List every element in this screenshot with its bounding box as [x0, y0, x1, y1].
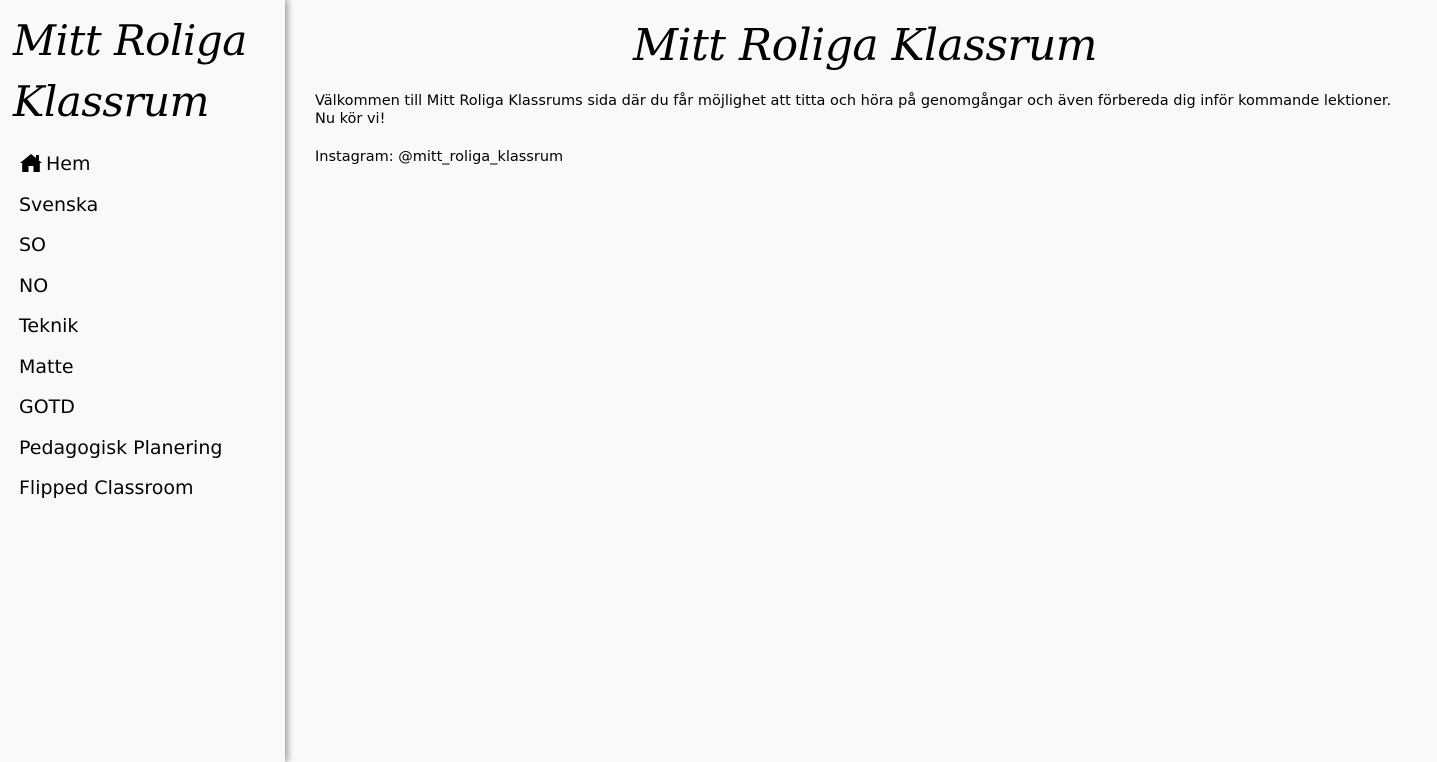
- sidebar-item-label: Teknik: [19, 315, 79, 338]
- sidebar-item-label: Flipped Classroom: [19, 477, 194, 500]
- sidebar-item-label: Svenska: [19, 193, 99, 216]
- welcome-section: Välkommen till Mitt Roliga Klassrums sid…: [315, 92, 1430, 186]
- sidebar-item-label: SO: [19, 234, 47, 257]
- welcome-text: Välkommen till Mitt Roliga Klassrums sid…: [315, 92, 1430, 128]
- sidebar: Mitt Roliga Klassrum Hem Svenska SO NO T…: [0, 0, 285, 762]
- sidebar-nav: Hem Svenska SO NO Teknik Matte GOTD Peda…: [0, 144, 285, 509]
- sidebar-item-flipped-classroom[interactable]: Flipped Classroom: [0, 468, 285, 509]
- welcome-line: Nu kör vi!: [315, 111, 386, 127]
- sidebar-item-label: Pedagogisk Planering: [19, 436, 223, 459]
- sidebar-item-no[interactable]: NO: [0, 266, 285, 307]
- welcome-line: Välkommen till Mitt Roliga Klassrums sid…: [315, 93, 1392, 109]
- sidebar-item-pedagogisk-planering[interactable]: Pedagogisk Planering: [0, 428, 285, 469]
- sidebar-item-hem[interactable]: Hem: [0, 144, 285, 185]
- sidebar-item-gotd[interactable]: GOTD: [0, 387, 285, 428]
- sidebar-item-so[interactable]: SO: [0, 225, 285, 266]
- main-content: Mitt Roliga Klassrum Välkommen till Mitt…: [285, 0, 1437, 762]
- sidebar-item-label: NO: [19, 274, 49, 297]
- sidebar-item-label: GOTD: [19, 396, 75, 419]
- page-title: Mitt Roliga Klassrum: [632, 20, 1098, 71]
- sidebar-item-label: Hem: [46, 153, 91, 176]
- sidebar-item-label: Matte: [19, 355, 74, 378]
- home-icon: [19, 153, 43, 173]
- sidebar-item-matte[interactable]: Matte: [0, 347, 285, 388]
- sidebar-item-teknik[interactable]: Teknik: [0, 306, 285, 347]
- instagram-text: Instagram: @mitt_roliga_klassrum: [315, 149, 564, 165]
- sidebar-item-svenska[interactable]: Svenska: [0, 185, 285, 226]
- site-brand[interactable]: Mitt Roliga Klassrum: [0, 0, 278, 132]
